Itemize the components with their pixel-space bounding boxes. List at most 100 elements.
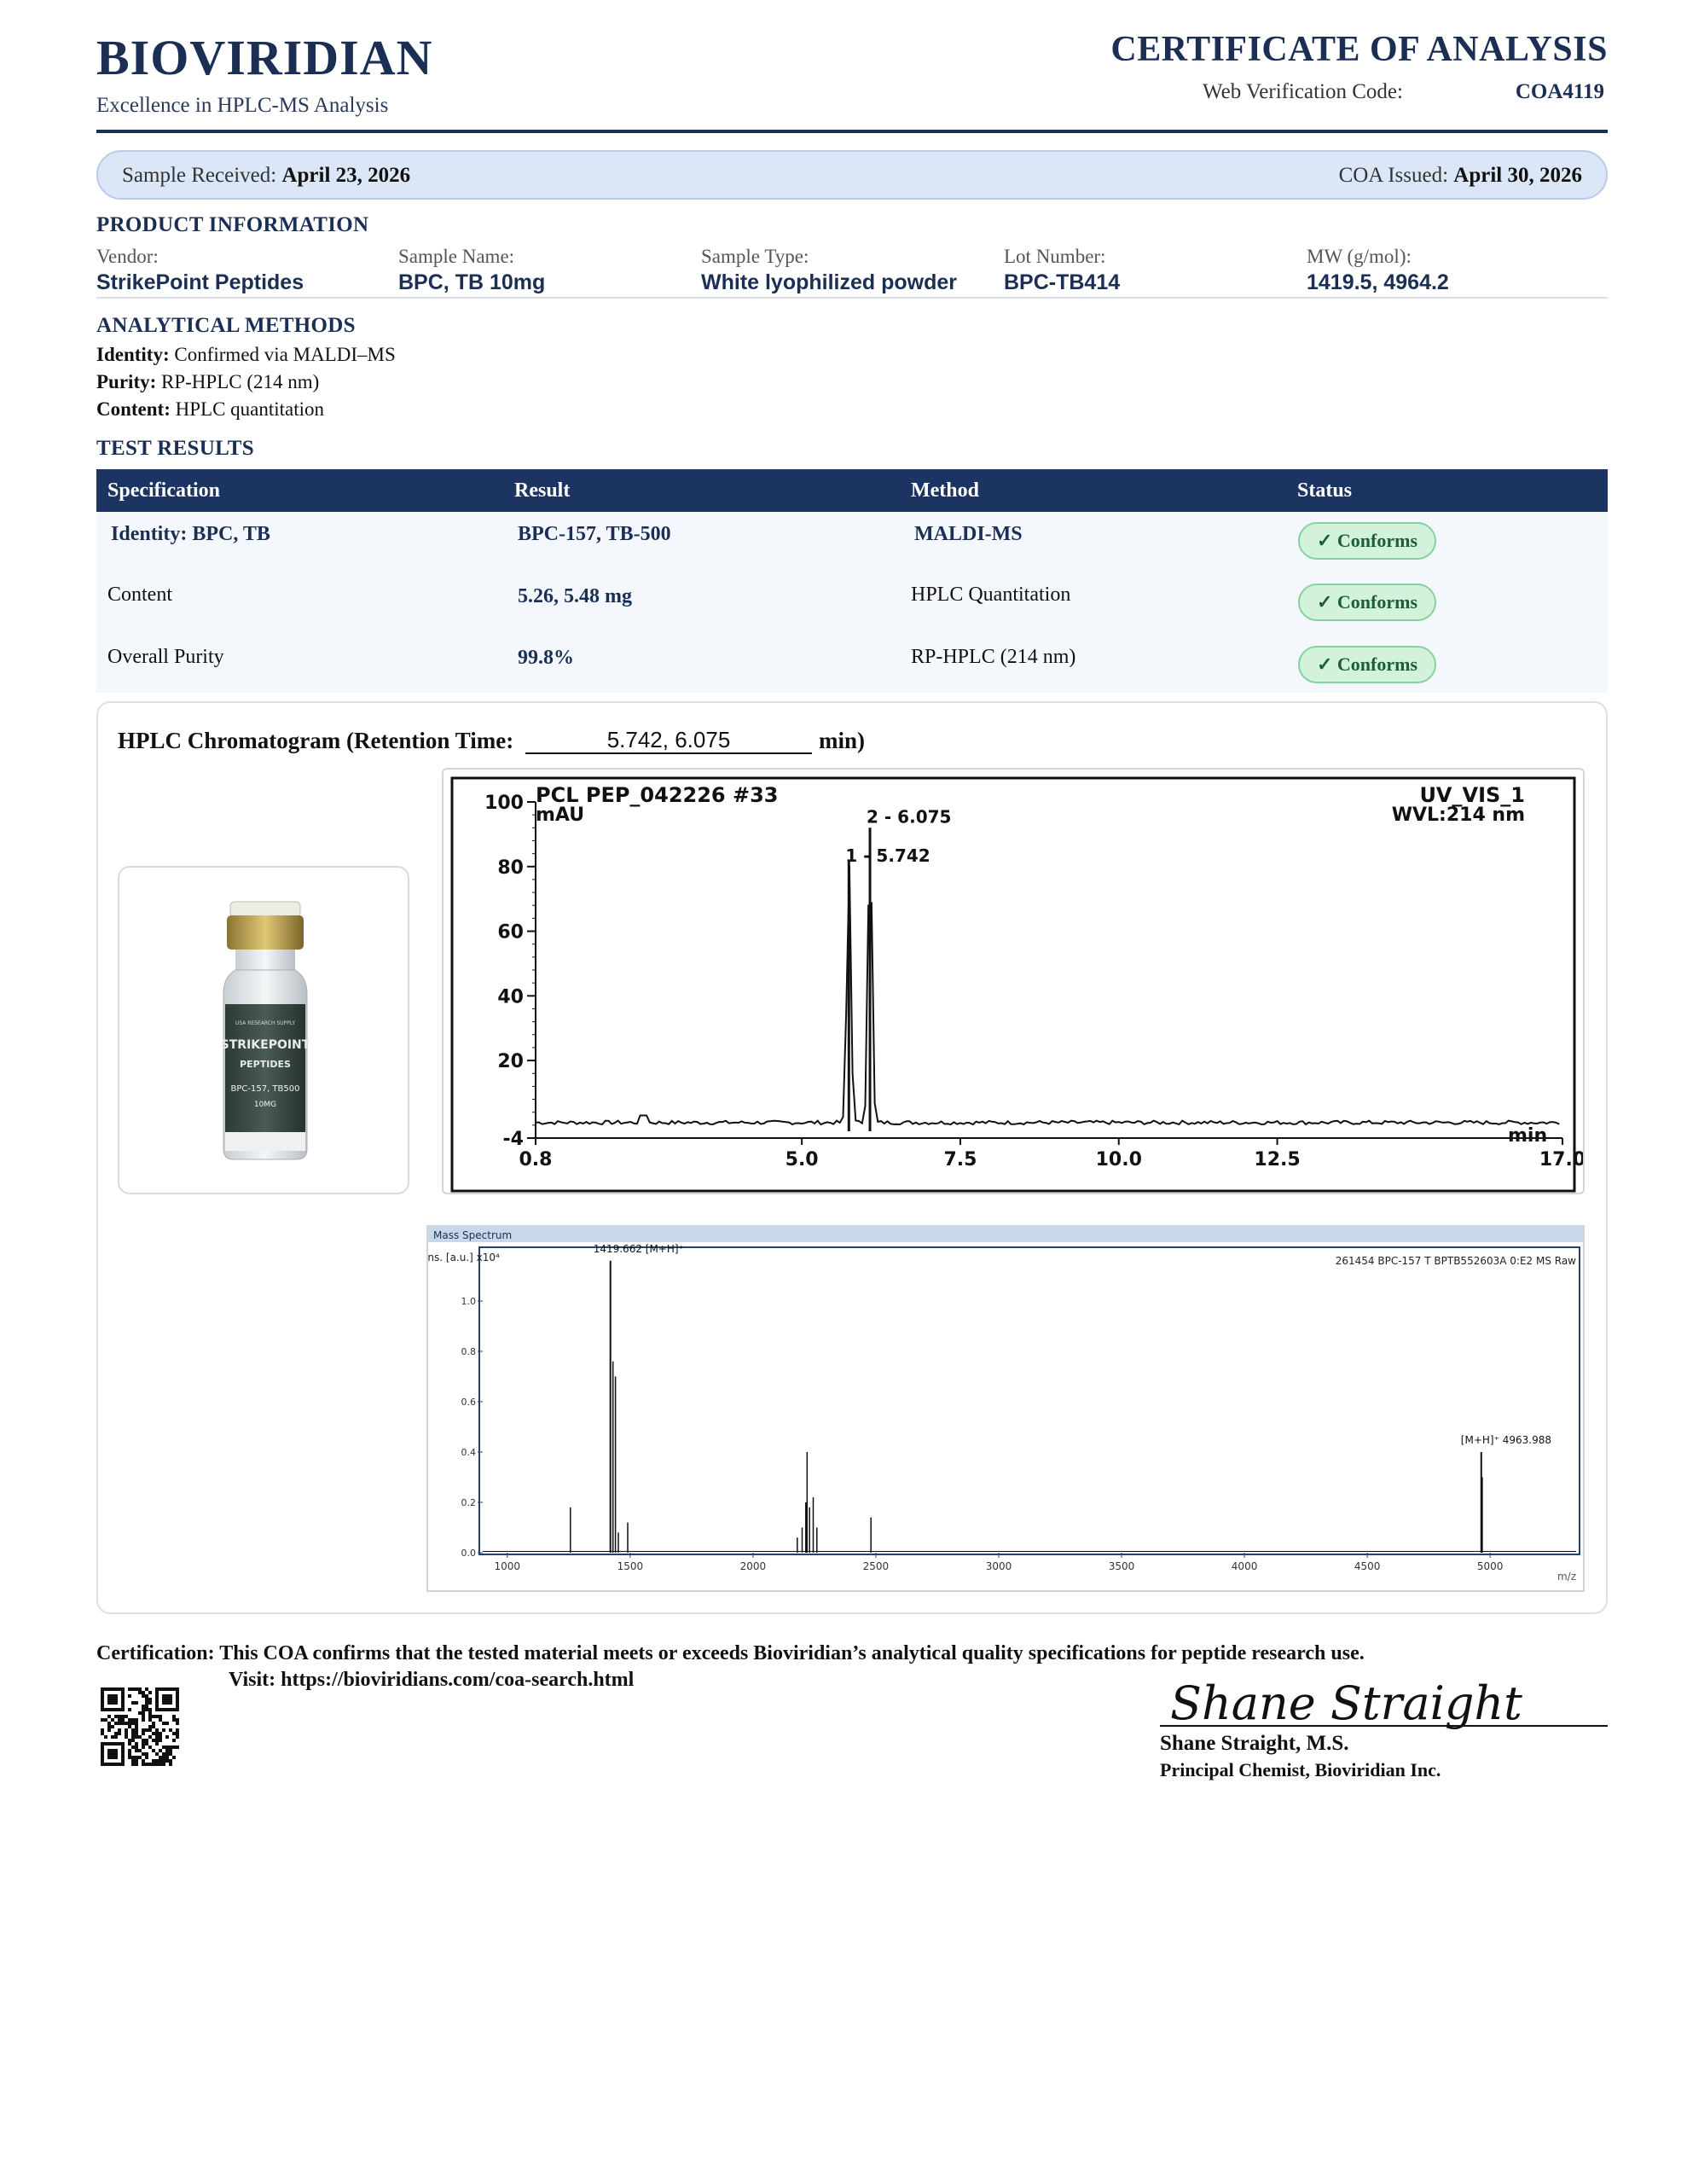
ms-chart-title: Mass Spectrum xyxy=(433,1229,512,1241)
ms-x-tick-label: 2500 xyxy=(863,1560,890,1572)
ms-x-tick-label: 3000 xyxy=(986,1560,1012,1572)
chromatogram-title: HPLC Chromatogram (Retention Time: xyxy=(118,728,514,753)
sample-received-value: April 23, 2026 xyxy=(281,164,411,187)
vial-label-top: USA RESEARCH SUPPLY xyxy=(235,1020,295,1026)
ms-annotation-right: 261454 BPC-157 T BPTB552603A 0:E2 MS Raw xyxy=(1336,1255,1576,1267)
hplc-peak-label: 2 - 6.075 xyxy=(867,806,951,827)
info-value: BPC, TB 10mg xyxy=(398,270,546,294)
sample-received-label: Sample Received: xyxy=(122,164,277,187)
signer-title: Principal Chemist, Bioviridian Inc. xyxy=(1160,1759,1441,1780)
hplc-y-tick-label: 80 xyxy=(497,857,524,879)
method-value: RP-HPLC (214 nm) xyxy=(161,371,320,392)
retention-time-unit: min) xyxy=(819,728,865,753)
info-vendor: Vendor: StrikePoint Peptides xyxy=(96,244,304,295)
results-section-title: TEST RESULTS xyxy=(96,437,254,460)
certification-label: Certification: xyxy=(96,1642,215,1664)
info-label: Sample Name: xyxy=(398,246,515,267)
vial-illustration: USA RESEARCH SUPPLY STRIKEPOINT PEPTIDES… xyxy=(221,901,310,1160)
ms-y-tick-label: 0.4 xyxy=(461,1447,477,1458)
mass-spectrum-chart: Mass Spectrum Intens. [a.u.] x10⁴ 261454… xyxy=(408,1227,1583,1583)
info-value: BPC-TB414 xyxy=(1004,270,1121,294)
certification-statement: Certification: This COA confirms that th… xyxy=(96,1642,1365,1665)
status-badge: ✓ Conforms xyxy=(1298,584,1436,621)
results-table-body: Identity: BPC, TB BPC-157, TB-500 MALDI-… xyxy=(96,512,1608,693)
info-label: Lot Number: xyxy=(1004,246,1106,267)
vial-label-dose: 10MG xyxy=(254,1101,276,1109)
info-sample-type: Sample Type: White lyophilized powder xyxy=(701,244,957,295)
hplc-x-tick-label: 10.0 xyxy=(1096,1149,1142,1170)
vial-label-line2: PEPTIDES xyxy=(240,1059,291,1070)
ms-x-tick-label: 4000 xyxy=(1232,1560,1258,1572)
results-table-header: Specification Result Method Status xyxy=(96,469,1608,512)
hplc-x-axis-label: min xyxy=(1508,1125,1547,1147)
signer-name: Shane Straight, M.S. xyxy=(1160,1732,1349,1755)
method-label: Identity: xyxy=(96,344,170,365)
product-vial-image: USA RESEARCH SUPPLY STRIKEPOINT PEPTIDES… xyxy=(118,866,409,1194)
hplc-chart-subtitle-right: WVL:214 nm xyxy=(1392,804,1525,826)
ms-y-tick-label: 0.8 xyxy=(461,1346,477,1357)
ms-y-tick-label: 0.2 xyxy=(461,1497,477,1508)
ms-x-tick-label: 5000 xyxy=(1477,1560,1504,1572)
hplc-y-tick-label: -4 xyxy=(503,1129,524,1150)
method-label: Content: xyxy=(96,398,171,420)
info-lot-number: Lot Number: BPC-TB414 xyxy=(1004,244,1120,295)
ms-x-tick-label: 1500 xyxy=(617,1560,644,1572)
ms-peak-label: [M+H]⁺ 4963.988 xyxy=(1461,1434,1551,1446)
method-label: Purity: xyxy=(96,371,157,392)
coa-issued-label: COA Issued: xyxy=(1338,164,1449,187)
verification-code: COA4119 xyxy=(1515,80,1604,103)
method-identity: Identity: Confirmed via MALDI–MS xyxy=(96,344,396,366)
certification-text: This COA confirms that the tested materi… xyxy=(219,1642,1365,1664)
info-sample-name: Sample Name: BPC, TB 10mg xyxy=(398,244,545,295)
header-divider xyxy=(96,130,1608,133)
cell-spec: Overall Purity xyxy=(107,646,224,668)
cell-method: RP-HPLC (214 nm) xyxy=(911,646,1076,668)
info-mw: MW (g/mol): 1419.5, 4964.2 xyxy=(1307,244,1449,295)
ms-x-tick-label: 4500 xyxy=(1354,1560,1381,1572)
mass-spectrum-frame: Mass Spectrum Intens. [a.u.] x10⁴ 261454… xyxy=(408,1225,1585,1592)
document-title: CERTIFICATE OF ANALYSIS xyxy=(1110,30,1608,69)
hplc-chart-title-right: UV_VIS_1 xyxy=(1419,783,1525,807)
brand-tagline: Excellence in HPLC-MS Analysis xyxy=(96,94,389,117)
hplc-chart: PCL PEP_042226 #33 UV_VIS_1 WVL:214 nm m… xyxy=(450,776,1586,1193)
hplc-x-tick-label: 7.5 xyxy=(943,1149,977,1170)
ms-x-tick-label: 3500 xyxy=(1109,1560,1135,1572)
hplc-y-axis-label: mAU xyxy=(536,804,584,826)
coa-issued-value: April 30, 2026 xyxy=(1453,164,1582,187)
ms-y-axis-label: Intens. [a.u.] x10⁴ xyxy=(428,1252,500,1263)
hplc-x-tick-label: 17.0 xyxy=(1539,1149,1583,1170)
hplc-y-tick-label: 100 xyxy=(484,793,524,814)
vial-label-brand: STRIKEPOINT xyxy=(221,1038,310,1052)
hplc-x-tick-label: 5.0 xyxy=(786,1149,819,1170)
method-value: HPLC quantitation xyxy=(175,398,325,420)
signature-script: Shane Straight xyxy=(1170,1676,1522,1730)
date-bar: Sample Received: April 23, 2026 COA Issu… xyxy=(96,150,1608,200)
column-header: Method xyxy=(911,479,979,502)
method-value: Confirmed via MALDI–MS xyxy=(174,344,396,365)
verification-label: Web Verification Code: xyxy=(1203,80,1403,103)
verification-link[interactable]: Visit: https://bioviridians.com/coa-sear… xyxy=(229,1669,634,1692)
ms-y-tick-label: 1.0 xyxy=(461,1296,477,1307)
cell-result: 99.8% xyxy=(518,647,574,669)
coa-issued: COA Issued: April 30, 2026 xyxy=(1339,164,1582,188)
status-badge: ✓ Conforms xyxy=(1298,522,1436,560)
cell-method: MALDI-MS xyxy=(914,523,1023,545)
qr-code-icon[interactable] xyxy=(101,1687,179,1766)
hplc-y-tick-label: 40 xyxy=(497,986,524,1008)
info-divider xyxy=(96,297,1608,299)
hplc-x-tick-label: 12.5 xyxy=(1254,1149,1300,1170)
info-label: Vendor: xyxy=(96,246,159,267)
method-purity: Purity: RP-HPLC (214 nm) xyxy=(96,371,319,393)
ms-y-tick-label: 0.6 xyxy=(461,1397,477,1408)
cell-spec: Identity: BPC, TB xyxy=(111,523,270,545)
hplc-chart-frame: PCL PEP_042226 #33 UV_VIS_1 WVL:214 nm m… xyxy=(442,768,1586,1194)
status-badge: ✓ Conforms xyxy=(1298,646,1436,683)
hplc-y-tick-label: 20 xyxy=(497,1051,524,1072)
cell-method: HPLC Quantitation xyxy=(911,584,1071,606)
cell-spec: Content xyxy=(107,584,172,606)
ms-peak-label: 1419.662 [M+H]⁺ xyxy=(594,1243,684,1255)
cell-result: BPC-157, TB-500 xyxy=(518,523,671,545)
ms-x-axis-label: m/z xyxy=(1557,1571,1576,1583)
method-content: Content: HPLC quantitation xyxy=(96,398,324,421)
ms-x-tick-label: 2000 xyxy=(740,1560,767,1572)
